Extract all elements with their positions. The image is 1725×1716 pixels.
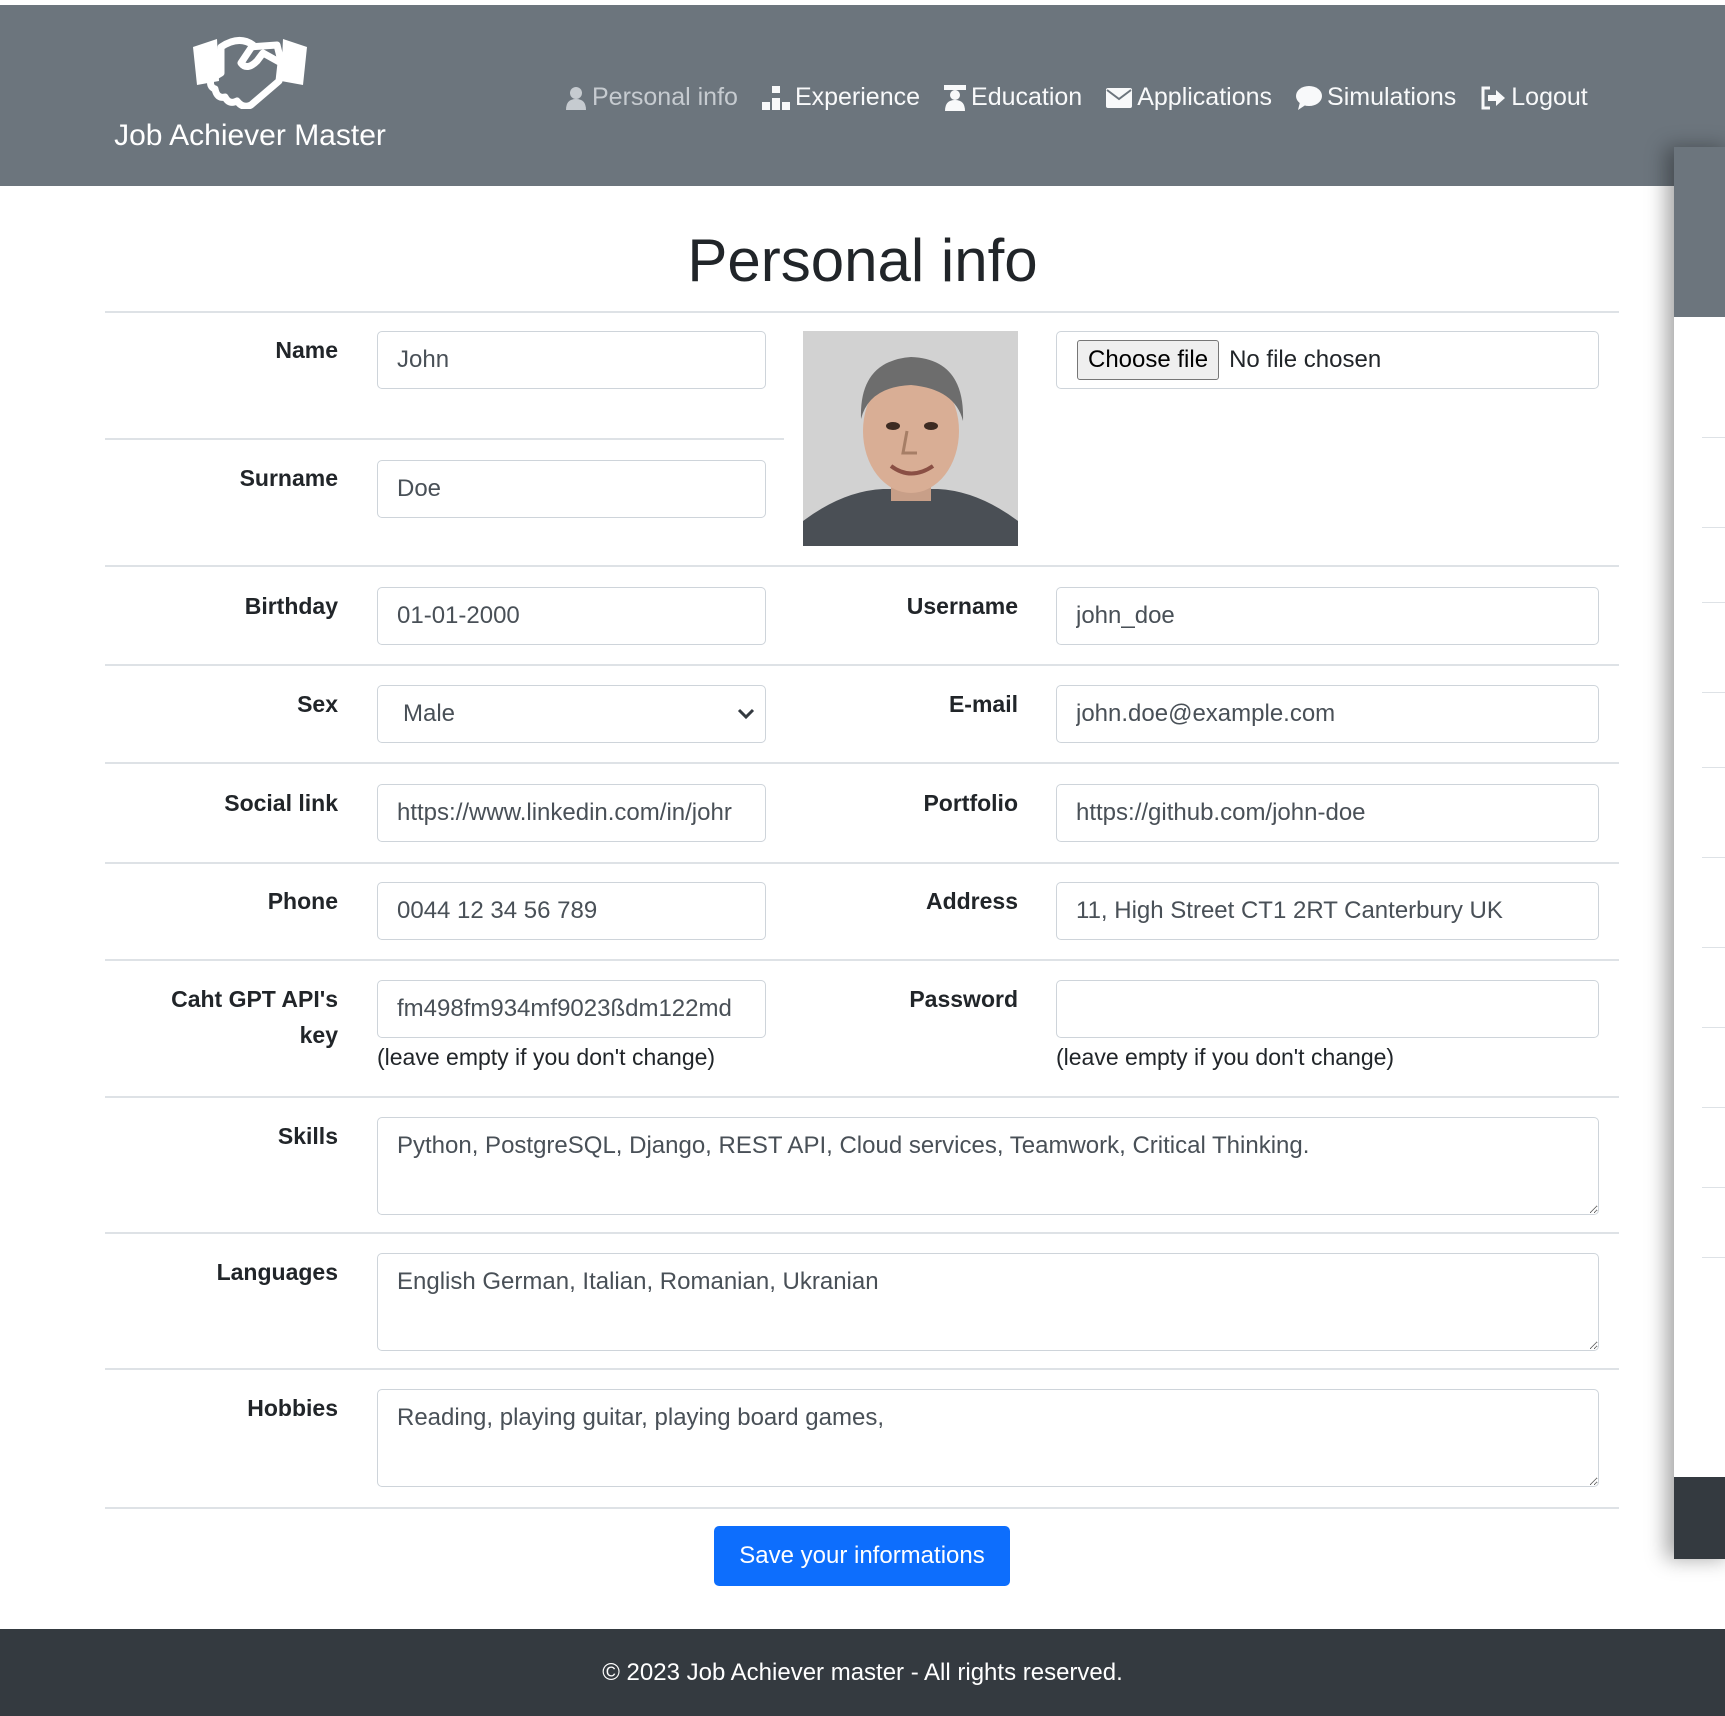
nav-label: Experience bbox=[794, 83, 921, 111]
nav-applications[interactable]: Applications bbox=[1106, 83, 1272, 112]
password-field[interactable] bbox=[1056, 980, 1599, 1038]
hobbies-textarea[interactable]: Reading, playing guitar, playing board g… bbox=[377, 1389, 1599, 1487]
skills-label: Skills bbox=[277, 1123, 338, 1149]
nav-logout[interactable]: Logout bbox=[1480, 83, 1588, 112]
email-field[interactable] bbox=[1056, 685, 1599, 743]
avatar-image bbox=[803, 331, 1018, 546]
username-label: Username bbox=[906, 593, 1018, 619]
envelope-icon bbox=[1106, 87, 1133, 108]
hobbies-label: Hobbies bbox=[247, 1395, 338, 1421]
copyright-text: © 2023 Job Achiever master - All rights … bbox=[602, 1659, 1123, 1686]
sex-select-value: Male bbox=[403, 700, 456, 727]
sitemap-icon bbox=[761, 85, 790, 110]
password-hint: (leave empty if you don't change) bbox=[1056, 1044, 1395, 1070]
api-key-label-line2: key bbox=[299, 1022, 338, 1048]
languages-label: Languages bbox=[216, 1259, 338, 1285]
surname-label: Surname bbox=[239, 465, 338, 491]
handshake-icon bbox=[193, 37, 307, 109]
sex-label: Sex bbox=[297, 691, 338, 717]
choose-file-button[interactable]: Choose file bbox=[1077, 340, 1220, 380]
social-link-field[interactable] bbox=[377, 784, 766, 842]
languages-textarea[interactable]: English German, Italian, Romanian, Ukran… bbox=[377, 1253, 1599, 1351]
portfolio-label: Portfolio bbox=[923, 790, 1018, 816]
nav-label: Applications bbox=[1137, 83, 1273, 111]
user-icon bbox=[566, 86, 586, 110]
phone-field[interactable] bbox=[377, 882, 766, 940]
nav-education[interactable]: Education bbox=[944, 83, 1082, 112]
nav-personal-info[interactable]: Personal info bbox=[565, 83, 738, 112]
logout-icon bbox=[1481, 86, 1506, 109]
nav-simulations[interactable]: Simulations bbox=[1296, 83, 1456, 112]
birthday-label: Birthday bbox=[244, 593, 338, 619]
brand-name: Job Achiever Master bbox=[114, 119, 386, 152]
save-button[interactable]: Save your informations bbox=[714, 1526, 1010, 1586]
name-label: Name bbox=[275, 337, 338, 363]
address-field[interactable] bbox=[1056, 882, 1599, 940]
social-link-label: Social link bbox=[224, 790, 338, 816]
side-overlay-panel bbox=[1674, 147, 1725, 1559]
sex-select[interactable]: Male bbox=[377, 685, 766, 743]
api-key-label-line1: Caht GPT API's bbox=[171, 986, 338, 1012]
profile-photo bbox=[803, 331, 1018, 546]
chevron-down-icon bbox=[737, 708, 755, 720]
page-title: Personal info bbox=[687, 227, 1038, 294]
username-field[interactable] bbox=[1056, 587, 1599, 645]
address-label: Address bbox=[925, 888, 1018, 914]
phone-label: Phone bbox=[267, 888, 338, 914]
surname-field[interactable] bbox=[377, 460, 766, 518]
main-nav: Personal info Experience Education Appli… bbox=[565, 83, 1612, 112]
name-field[interactable] bbox=[377, 331, 766, 389]
nav-label: Simulations bbox=[1327, 83, 1457, 111]
email-label: E-mail bbox=[948, 691, 1018, 717]
nav-label: Education bbox=[971, 83, 1083, 111]
nav-label: Logout bbox=[1511, 83, 1588, 111]
nav-label: Personal info bbox=[592, 83, 738, 111]
password-label: Password bbox=[909, 986, 1018, 1012]
navbar: Job Achiever Master Personal info Experi… bbox=[0, 5, 1725, 186]
footer: © 2023 Job Achiever master - All rights … bbox=[0, 1629, 1725, 1716]
api-key-hint: (leave empty if you don't change) bbox=[377, 1044, 716, 1070]
portfolio-field[interactable] bbox=[1056, 784, 1599, 842]
nav-experience[interactable]: Experience bbox=[761, 83, 921, 112]
photo-upload: Choose file No file chosen bbox=[1056, 331, 1599, 389]
api-key-label: Caht GPT API's key bbox=[120, 981, 338, 1053]
chat-bubble-icon bbox=[1296, 85, 1323, 110]
brand[interactable]: Job Achiever Master bbox=[100, 33, 400, 153]
skills-textarea[interactable]: Python, PostgreSQL, Django, REST API, Cl… bbox=[377, 1117, 1599, 1215]
api-key-field[interactable] bbox=[377, 980, 766, 1038]
graduate-icon bbox=[944, 84, 967, 111]
file-status: No file chosen bbox=[1229, 346, 1382, 373]
birthday-field[interactable] bbox=[377, 587, 766, 645]
